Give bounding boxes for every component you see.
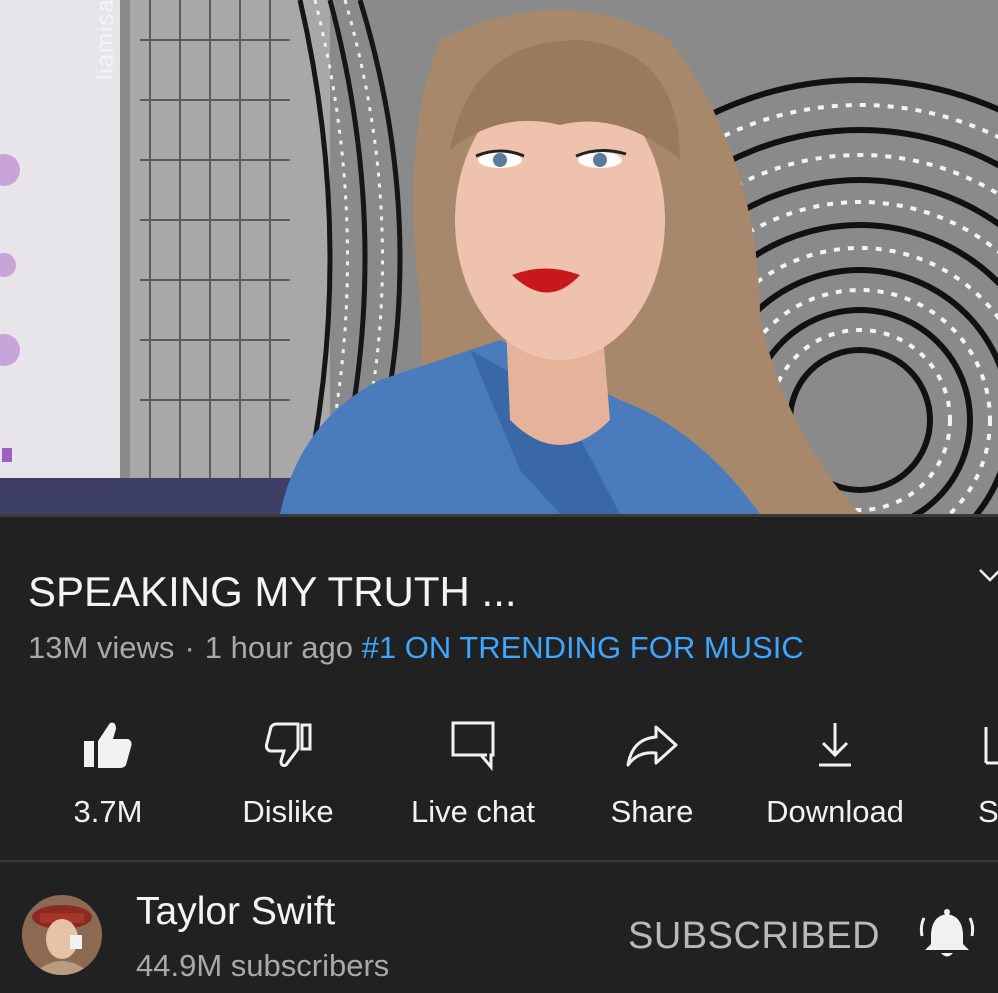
dislike-label: Dislike — [242, 794, 334, 829]
video-player[interactable]: liamisaswiftie — [0, 0, 998, 514]
channel-name[interactable]: Taylor Swift — [136, 890, 335, 934]
trending-link[interactable]: #1 ON TRENDING FOR MUSIC — [362, 630, 804, 665]
save-label: S — [978, 794, 998, 829]
view-count: 13M views — [28, 630, 175, 665]
video-watermark: liamisaswiftie — [92, 0, 119, 80]
channel-avatar[interactable] — [22, 895, 102, 975]
bell-ringing-icon[interactable] — [918, 906, 976, 964]
share-button[interactable]: Share — [600, 714, 704, 830]
download-label: Download — [766, 794, 904, 829]
share-label: Share — [610, 794, 694, 829]
section-divider — [0, 860, 998, 862]
save-button[interactable]: S — [978, 714, 998, 830]
thumbs-down-outline-icon — [228, 714, 348, 776]
download-button[interactable]: Download — [752, 714, 918, 830]
chat-bubble-icon — [398, 714, 548, 776]
dislike-button[interactable]: Dislike — [228, 714, 348, 830]
share-arrow-icon — [600, 714, 704, 776]
download-arrow-icon — [752, 714, 918, 776]
subscriber-count: 44.9M subscribers — [136, 948, 390, 983]
chevron-down-icon[interactable] — [976, 562, 998, 590]
subscribed-button[interactable]: SUBSCRIBED — [628, 915, 880, 958]
thumbs-up-filled-icon — [64, 714, 152, 776]
video-title[interactable]: SPEAKING MY TRUTH ... — [28, 568, 517, 616]
like-count: 3.7M — [73, 794, 143, 829]
upload-time: 1 hour ago — [204, 630, 353, 665]
save-icon — [978, 714, 998, 776]
live-chat-button[interactable]: Live chat — [398, 714, 548, 830]
live-chat-label: Live chat — [410, 794, 536, 829]
like-button[interactable]: 3.7M — [64, 714, 152, 830]
meta-separator: · — [184, 630, 195, 665]
video-frame — [0, 0, 998, 514]
video-progress-bar[interactable] — [0, 514, 998, 517]
video-meta: 13M views · 1 hour ago #1 ON TRENDING FOR … — [28, 630, 804, 666]
